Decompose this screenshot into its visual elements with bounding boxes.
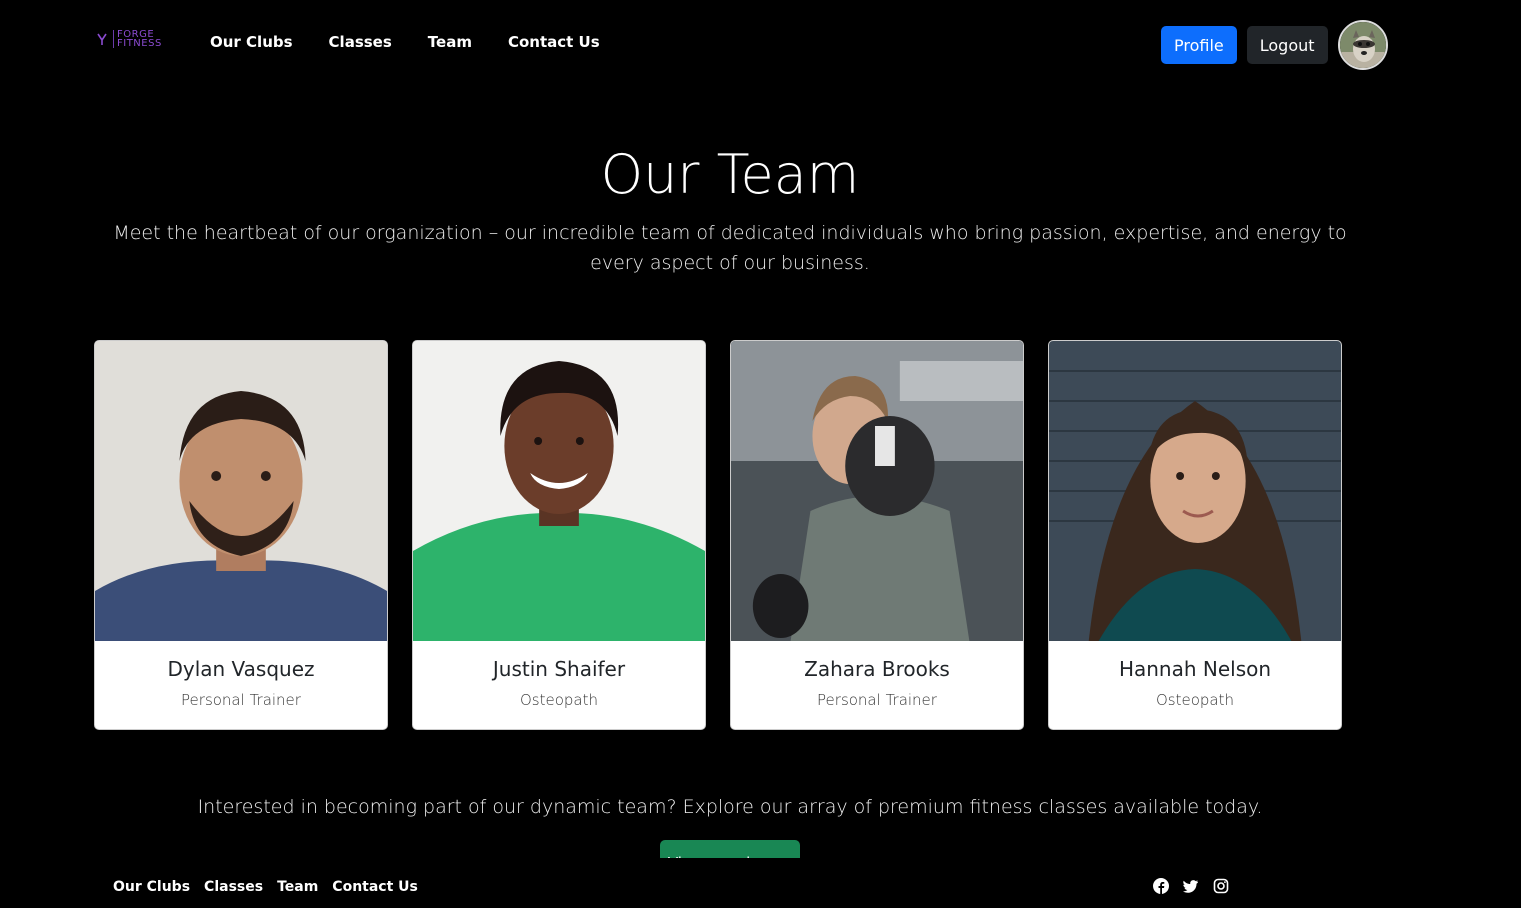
team-card[interactable]: Hannah Nelson Osteopath: [1048, 340, 1342, 730]
nav-link-contact-us[interactable]: Contact Us: [508, 33, 600, 51]
raccoon-avatar-image: [1339, 22, 1386, 68]
team-member-photo: [1049, 341, 1341, 641]
nav-link-our-clubs[interactable]: Our Clubs: [210, 33, 293, 51]
account-actions: Profile Logout: [1161, 20, 1388, 70]
footer-nav: Our Clubs Classes Team Contact Us: [113, 879, 432, 895]
facebook-icon[interactable]: [1153, 878, 1169, 894]
member-role: Personal Trainer: [817, 691, 937, 709]
team-member-photo: [95, 341, 387, 641]
instagram-icon[interactable]: [1213, 878, 1229, 894]
twitter-icon[interactable]: [1183, 878, 1199, 894]
footer: Our Clubs Classes Team Contact Us: [0, 858, 1521, 908]
member-role: Osteopath: [519, 691, 598, 709]
card-body: Dylan Vasquez Personal Trainer: [95, 641, 387, 729]
member-name: Justin Shaifer: [492, 657, 626, 681]
footer-link-team[interactable]: Team: [277, 879, 318, 895]
team-member-photo: [413, 341, 705, 641]
team-card[interactable]: Justin Shaifer Osteopath: [412, 340, 706, 730]
dumbbell-icon: [97, 33, 107, 45]
card-body: Hannah Nelson Osteopath: [1049, 641, 1341, 729]
nav-link-classes[interactable]: Classes: [329, 33, 392, 51]
social-links: [1153, 878, 1229, 894]
page-title: Our Team: [600, 143, 860, 206]
team-card[interactable]: Zahara Brooks Personal Trainer: [730, 340, 1024, 730]
team-grid: Dylan Vasquez Personal Trainer Justin Sh…: [94, 340, 1342, 730]
member-name: Zahara Brooks: [804, 657, 950, 681]
main-nav: Our Clubs Classes Team Contact Us: [210, 33, 636, 51]
member-role: Osteopath: [1155, 691, 1234, 709]
team-intro: Meet the heartbeat of our organization –…: [113, 222, 1347, 274]
brand-wordmark: FORGE FITNESS: [113, 30, 162, 49]
brand-logo[interactable]: FORGE FITNESS: [97, 30, 162, 49]
logout-button[interactable]: Logout: [1246, 26, 1328, 64]
footer-link-our-clubs[interactable]: Our Clubs: [113, 879, 190, 895]
cta-button-wrapper: View our classes: [660, 840, 800, 858]
footer-link-contact-us[interactable]: Contact Us: [332, 879, 418, 895]
team-card[interactable]: Dylan Vasquez Personal Trainer: [94, 340, 388, 730]
cta-text: Interested in becoming part of our dynam…: [197, 796, 1263, 818]
top-navbar: FORGE FITNESS Our Clubs Classes Team Con…: [0, 0, 1521, 88]
profile-button[interactable]: Profile: [1161, 26, 1237, 64]
footer-link-classes[interactable]: Classes: [204, 879, 263, 895]
nav-link-team[interactable]: Team: [428, 33, 472, 51]
avatar[interactable]: [1337, 20, 1388, 70]
brand-line-2: FITNESS: [117, 38, 162, 49]
member-role: Personal Trainer: [181, 691, 301, 709]
team-member-photo: [731, 341, 1023, 641]
member-name: Dylan Vasquez: [167, 657, 315, 681]
card-body: Zahara Brooks Personal Trainer: [731, 641, 1023, 729]
card-body: Justin Shaifer Osteopath: [413, 641, 705, 729]
view-classes-button[interactable]: View our classes: [660, 840, 800, 858]
member-name: Hannah Nelson: [1118, 657, 1272, 681]
